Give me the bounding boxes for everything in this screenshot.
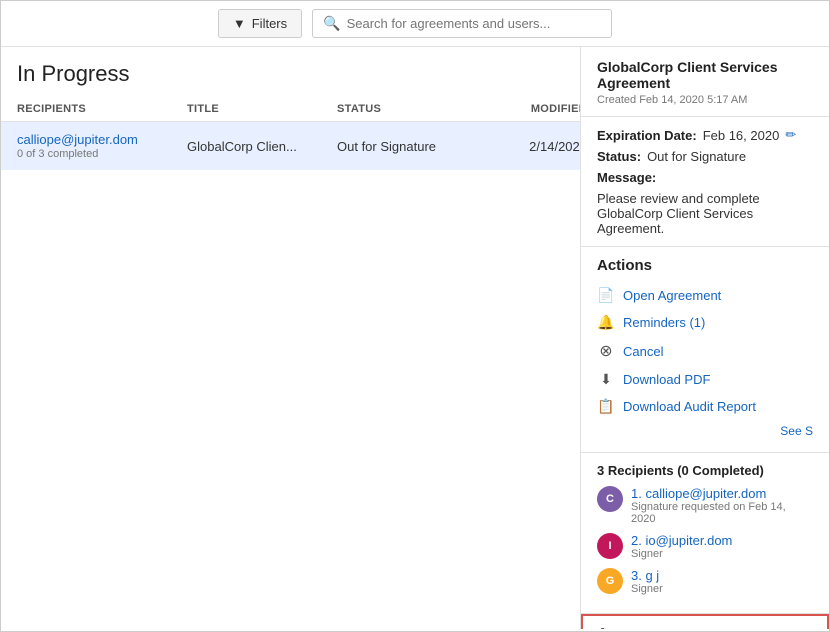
activity-label: Activity	[618, 626, 662, 629]
search-input[interactable]	[347, 16, 602, 31]
status-value: Out for Signature	[647, 149, 746, 164]
detail-header: GlobalCorp Client Services Agreement Cre…	[581, 47, 829, 117]
status-row: Status: Out for Signature	[597, 149, 813, 164]
col-modified: MODIFIED	[487, 103, 581, 115]
message-value: Please review and complete GlobalCorp Cl…	[597, 191, 813, 236]
action-open-agreement[interactable]: 📄 Open Agreement	[597, 282, 813, 309]
document-icon: 📄	[597, 287, 615, 304]
recipient-item-2: I 2. io@jupiter.dom Signer	[597, 533, 813, 560]
edit-icon[interactable]: ✏	[785, 127, 796, 143]
recipient-info-3: 3. g j Signer	[631, 568, 663, 595]
table-header: RECIPIENTS TITLE STATUS MODIFIED	[1, 97, 580, 122]
action-download-pdf-label: Download PDF	[623, 372, 710, 387]
search-icon: 🔍	[323, 15, 340, 32]
detail-meta: Expiration Date: Feb 16, 2020 ✏ Status: …	[581, 117, 829, 247]
bell-icon: 🔔	[597, 314, 615, 331]
avatar-3: G	[597, 568, 623, 594]
recipient-name-1[interactable]: 1. calliope@jupiter.dom	[631, 486, 813, 501]
detail-title: GlobalCorp Client Services Agreement	[597, 59, 813, 91]
recipient-item-3: G 3. g j Signer	[597, 568, 813, 595]
search-bar: 🔍	[312, 9, 612, 38]
expiration-label: Expiration Date:	[597, 128, 697, 143]
pdf-download-icon: ⬇	[597, 371, 615, 388]
section-title: In Progress	[1, 47, 580, 97]
activity-bar[interactable]: ❯ Activity	[581, 614, 829, 629]
recipients-title: 3 Recipients (0 Completed)	[597, 463, 813, 478]
recipient-role-1: Signature requested on Feb 14, 2020	[631, 501, 813, 525]
recipient-info-2: 2. io@jupiter.dom Signer	[631, 533, 732, 560]
row-title: GlobalCorp Clien...	[187, 139, 337, 154]
message-label: Message:	[597, 170, 656, 185]
toolbar: ▼ Filters 🔍	[1, 1, 829, 47]
action-reminders[interactable]: 🔔 Reminders (1)	[597, 309, 813, 336]
recipient-sub: 0 of 3 completed	[17, 148, 187, 160]
recipient-email: calliope@jupiter.dom	[17, 132, 187, 147]
filter-icon: ▼	[233, 16, 246, 31]
avatar-2: I	[597, 533, 623, 559]
detail-created: Created Feb 14, 2020 5:17 AM	[597, 94, 813, 106]
action-download-audit[interactable]: 📋 Download Audit Report	[597, 393, 813, 420]
row-modified: 2/14/2020	[487, 139, 581, 154]
actions-title: Actions	[597, 257, 813, 274]
recipient-role-3: Signer	[631, 583, 663, 595]
action-cancel-label: Cancel	[623, 344, 663, 359]
main-layout: In Progress RECIPIENTS TITLE STATUS MODI…	[1, 47, 829, 629]
recipients-section: 3 Recipients (0 Completed) C 1. calliope…	[581, 453, 829, 614]
status-label: Status:	[597, 149, 641, 164]
row-status: Out for Signature	[337, 139, 487, 154]
see-more-link[interactable]: See S	[597, 420, 813, 442]
recipient-name-3[interactable]: 3. g j	[631, 568, 663, 583]
action-cancel[interactable]: ⊗ Cancel	[597, 336, 813, 366]
recipient-role-2: Signer	[631, 548, 732, 560]
col-recipients: RECIPIENTS	[17, 103, 187, 115]
table-row[interactable]: calliope@jupiter.dom 0 of 3 completed Gl…	[1, 122, 580, 170]
chevron-right-icon: ❯	[599, 626, 610, 629]
audit-download-icon: 📋	[597, 398, 615, 415]
action-open-label: Open Agreement	[623, 288, 721, 303]
col-title: TITLE	[187, 103, 337, 115]
right-panel: GlobalCorp Client Services Agreement Cre…	[581, 47, 829, 629]
filter-label: Filters	[252, 16, 287, 31]
avatar-1: C	[597, 486, 623, 512]
col-status: STATUS	[337, 103, 487, 115]
recipient-name-2[interactable]: 2. io@jupiter.dom	[631, 533, 732, 548]
action-download-pdf[interactable]: ⬇ Download PDF	[597, 366, 813, 393]
recipient-cell: calliope@jupiter.dom 0 of 3 completed	[17, 132, 187, 160]
expiration-row: Expiration Date: Feb 16, 2020 ✏	[597, 127, 813, 143]
actions-section: Actions 📄 Open Agreement 🔔 Reminders (1)…	[581, 247, 829, 453]
message-row: Message:	[597, 170, 813, 185]
recipient-info-1: 1. calliope@jupiter.dom Signature reques…	[631, 486, 813, 525]
expiration-value: Feb 16, 2020	[703, 128, 780, 143]
action-download-audit-label: Download Audit Report	[623, 399, 756, 414]
recipient-item-1: C 1. calliope@jupiter.dom Signature requ…	[597, 486, 813, 525]
filter-button[interactable]: ▼ Filters	[218, 9, 302, 38]
action-reminders-label: Reminders (1)	[623, 315, 705, 330]
left-panel: In Progress RECIPIENTS TITLE STATUS MODI…	[1, 47, 581, 629]
cancel-icon: ⊗	[597, 341, 615, 361]
